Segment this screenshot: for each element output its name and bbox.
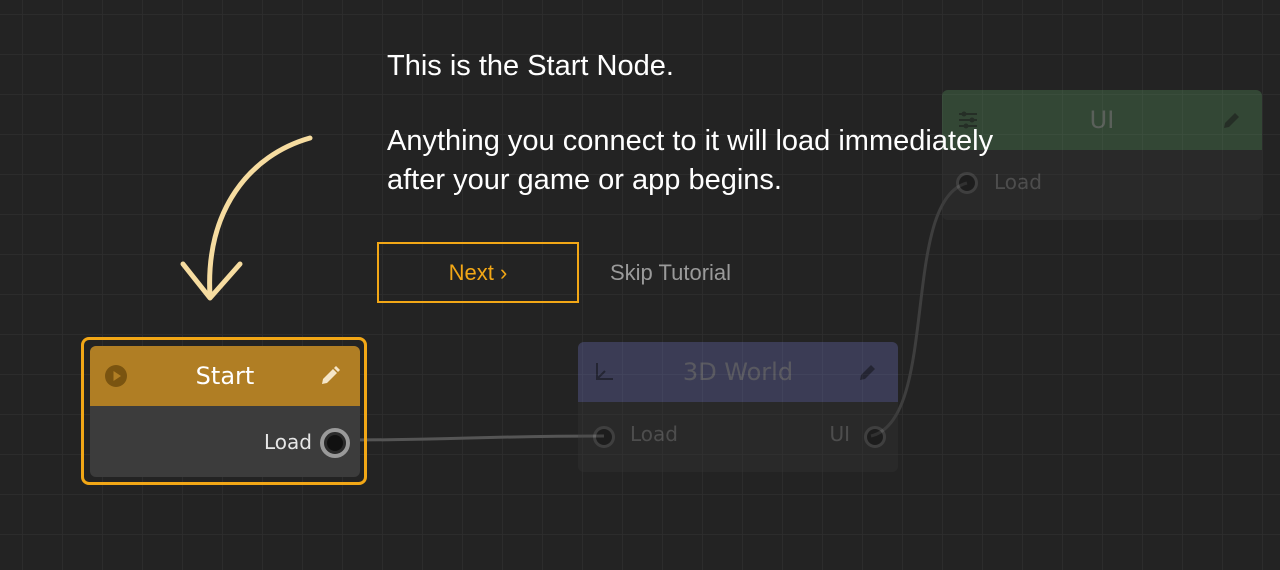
wire-start-to-world [344,434,605,442]
skip-tutorial-button[interactable]: Skip Tutorial [598,242,743,303]
play-icon [105,365,127,387]
tutorial-arrow-icon [180,135,313,301]
axes-icon [596,363,613,380]
world-node-title: 3D World [682,358,794,386]
world-ui-output-port[interactable] [864,426,886,448]
start-node[interactable]: Start Load [90,346,360,477]
tutorial-description-line2: after your game or app begins. [387,164,782,196]
world-ui-output-label: UI [829,422,850,446]
tutorial-description-line1: Anything you connect to it will load imm… [387,125,994,157]
pencil-icon[interactable] [1220,108,1244,132]
start-node-header[interactable]: Start [90,346,360,406]
ui-node-title: UI [1089,106,1115,134]
next-button[interactable]: Next › [377,242,579,303]
pencil-icon[interactable] [856,360,880,384]
ui-load-input-label: Load [994,170,1042,194]
start-load-output-port[interactable] [320,428,350,458]
world-load-input-port[interactable] [593,426,615,448]
start-node-body: Load [90,406,360,477]
world-node-body: Load UI [578,402,898,472]
world-node[interactable]: 3D World Load UI [578,342,898,472]
world-load-input-label: Load [630,422,678,446]
start-load-output-label: Load [264,430,312,454]
world-node-header[interactable]: 3D World [578,342,898,402]
start-node-title: Start [195,362,255,390]
pencil-icon[interactable] [318,364,342,388]
tutorial-heading: This is the Start Node. [387,50,674,82]
ui-load-input-port[interactable] [956,172,978,194]
